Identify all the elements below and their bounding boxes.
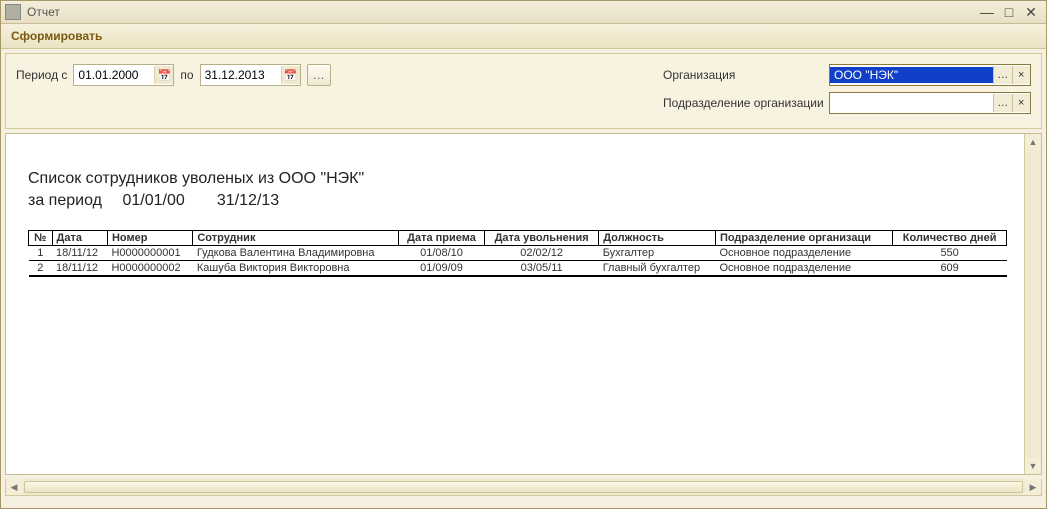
maximize-button[interactable]: □ xyxy=(998,3,1020,21)
report-period-line: за период 01/01/00 31/12/13 xyxy=(28,192,1007,210)
scroll-right-icon[interactable]: ▶ xyxy=(1025,479,1041,495)
col-number: Номер xyxy=(107,231,192,246)
report-title: Список сотрудников уволеных из ООО "НЭК" xyxy=(28,170,1007,188)
organization-picker-button[interactable]: … xyxy=(993,66,1012,84)
col-position: Должность xyxy=(599,231,716,246)
report-area: Список сотрудников уволеных из ООО "НЭК"… xyxy=(5,133,1042,475)
department-label: Подразделение организации xyxy=(663,96,823,110)
department-input[interactable] xyxy=(830,95,993,111)
col-n: № xyxy=(29,231,53,246)
scroll-thumb[interactable] xyxy=(24,481,1023,493)
department-clear-button[interactable]: × xyxy=(1012,94,1031,112)
scroll-up-icon[interactable]: ▲ xyxy=(1025,134,1041,150)
filters-panel: Период с 📅 по 📅 … Организация … × Подраз… xyxy=(5,53,1042,129)
col-fire: Дата увольнения xyxy=(485,231,599,246)
table-row: 118/11/12Н0000000001Гудкова Валентина Вл… xyxy=(29,246,1007,261)
col-date: Дата xyxy=(52,231,107,246)
organization-clear-button[interactable]: × xyxy=(1012,66,1031,84)
period-from-label: Период с xyxy=(16,68,67,82)
titlebar: Отчет — □ ✕ xyxy=(1,1,1046,24)
calendar-icon[interactable]: 📅 xyxy=(154,66,173,84)
date-from-input[interactable] xyxy=(74,67,154,83)
department-picker-button[interactable]: … xyxy=(993,94,1012,112)
window-title: Отчет xyxy=(27,5,976,19)
scroll-left-icon[interactable]: ◀ xyxy=(6,479,22,495)
date-from-field[interactable]: 📅 xyxy=(73,64,174,86)
table-row: 218/11/12Н0000000002Кашуба Виктория Викт… xyxy=(29,261,1007,277)
col-days: Количество дней xyxy=(893,231,1007,246)
close-button[interactable]: ✕ xyxy=(1020,3,1042,21)
col-employee: Сотрудник xyxy=(193,231,399,246)
department-field[interactable]: … × xyxy=(829,92,1031,114)
organization-field[interactable]: … × xyxy=(829,64,1031,86)
period-picker-button[interactable]: … xyxy=(307,64,331,86)
app-icon xyxy=(5,4,21,20)
calendar-icon[interactable]: 📅 xyxy=(281,66,300,84)
period-to-label: по xyxy=(180,68,193,82)
organization-input[interactable] xyxy=(830,67,993,83)
toolbar: Сформировать xyxy=(1,24,1046,49)
vertical-scrollbar[interactable]: ▲ ▼ xyxy=(1024,134,1041,474)
date-to-input[interactable] xyxy=(201,67,281,83)
report-table: № Дата Номер Сотрудник Дата приема Дата … xyxy=(28,230,1007,277)
scroll-down-icon[interactable]: ▼ xyxy=(1025,458,1041,474)
col-department: Подразделение организаци xyxy=(715,231,892,246)
generate-button[interactable]: Сформировать xyxy=(7,27,106,45)
organization-label: Организация xyxy=(663,68,823,82)
date-to-field[interactable]: 📅 xyxy=(200,64,301,86)
col-hire: Дата приема xyxy=(398,231,484,246)
minimize-button[interactable]: — xyxy=(976,3,998,21)
horizontal-scrollbar[interactable]: ◀ ▶ xyxy=(5,479,1042,496)
